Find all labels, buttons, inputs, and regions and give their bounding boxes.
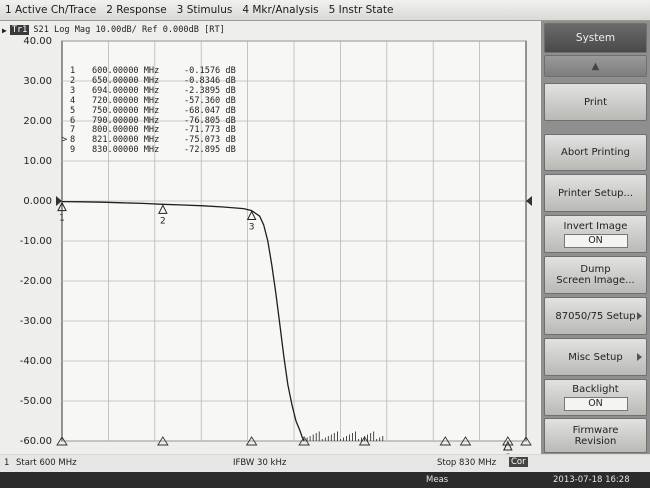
softkey-abort-printing[interactable]: Abort Printing — [544, 134, 647, 171]
menu-bar: 1 Active Ch/Trace 2 Response 3 Stimulus … — [0, 0, 650, 21]
marker-value: -0.1576 dB — [184, 66, 236, 76]
y-tick-label: -20.00 — [20, 276, 52, 287]
softkey-state: ON — [563, 397, 628, 411]
scroll-up-button[interactable]: ▲ — [544, 55, 647, 77]
softkey-label: Misc Setup — [568, 351, 623, 363]
y-tick-label: -50.00 — [20, 396, 52, 407]
marker-label: 1 — [59, 214, 65, 224]
ifbw-value[interactable]: IFBW 30 kHz — [233, 458, 286, 468]
y-tick-label: 40.00 — [23, 36, 52, 47]
channel-number: 1 — [4, 458, 10, 468]
instrument-status-bar: Meas 2013-07-18 16:28 — [0, 472, 650, 488]
marker-value: -0.8346 dB — [184, 75, 236, 86]
softkey-printer-setup[interactable]: Printer Setup... — [544, 174, 647, 212]
scroll-up-icon: ▲ — [591, 60, 600, 72]
menu-response[interactable]: 2 Response — [101, 4, 171, 16]
menu-stimulus[interactable]: 3 Stimulus — [172, 4, 238, 16]
softkey-label: 87050/75 Setup — [555, 310, 636, 322]
softkey-label: Revision — [574, 435, 617, 447]
y-tick-label: 0.000 — [23, 196, 52, 207]
start-frequency[interactable]: Start 600 MHz — [16, 458, 77, 468]
y-tick-label: 20.00 — [23, 116, 52, 127]
marker-row[interactable]: 9 830.00000 MHz -72.895 dB — [62, 145, 236, 156]
softkey-87050-75-setup[interactable]: 87050/75 Setup — [544, 297, 647, 335]
softkey-label: Firmware — [572, 424, 619, 436]
marker-label: 8 — [505, 453, 511, 454]
softkey-label: Printer Setup... — [557, 187, 634, 199]
marker-table: 1 600.00000 MHz -0.1576 dB 2 650.00000 MHz -0… — [62, 66, 236, 156]
marker-value: -72.895 dB — [184, 145, 236, 156]
measurement-screen: ▶ Tr1 S21 Log Mag 10.00dB/ Ref 0.000dB [… — [0, 21, 541, 454]
marker-value: -71.773 dB — [184, 125, 236, 136]
date-time: 2013-07-18 16:28 — [553, 475, 630, 485]
marker-value: -2.3895 dB — [184, 85, 236, 96]
softkey-invert-image[interactable]: Invert Image ON — [544, 215, 647, 253]
softkey-label: Screen Image... — [556, 275, 635, 286]
y-tick-label: -60.00 — [20, 436, 52, 447]
menu-instr-state[interactable]: 5 Instr State — [324, 4, 399, 16]
meas-status: Meas — [426, 475, 449, 485]
marker-value: -75.073 dB — [184, 135, 236, 146]
marker-value: -57.360 dB — [184, 95, 236, 106]
softkey-header: System — [544, 23, 647, 53]
reference-right-icon — [526, 196, 532, 206]
marker-value: -76.805 dB — [184, 115, 236, 126]
softkey-label: Abort Printing — [561, 147, 630, 158]
softkey-dump-screen-image[interactable]: Dump Screen Image... — [544, 256, 647, 294]
softkey-misc-setup[interactable]: Misc Setup — [544, 338, 647, 376]
menu-mkr-analysis[interactable]: 4 Mkr/Analysis — [237, 4, 323, 16]
softkey-label: Print — [583, 96, 607, 108]
marker-label: 3 — [249, 223, 255, 233]
softkey-label: Invert Image — [563, 220, 628, 232]
y-tick-label: -10.00 — [20, 236, 52, 247]
marker-value: -68.047 dB — [184, 105, 236, 116]
y-tick-label: -30.00 — [20, 316, 52, 327]
softkey-firmware-revision[interactable]: Firmware Revision — [544, 418, 647, 453]
softkey-label: Backlight — [572, 384, 619, 395]
active-marker-indicator: > — [62, 135, 68, 146]
menu-active-ch-trace[interactable]: 1 Active Ch/Trace — [0, 4, 101, 16]
softkey-label: Dump — [580, 264, 611, 275]
softkey-print[interactable]: Print — [544, 83, 647, 121]
softkey-backlight[interactable]: Backlight ON — [544, 379, 647, 416]
marker-icon — [503, 440, 513, 451]
y-tick-label: -40.00 — [20, 356, 52, 367]
marker-number: 9 — [70, 145, 76, 156]
softkey-state: ON — [563, 233, 628, 248]
y-tick-label: 10.00 — [23, 156, 52, 167]
correction-badge: Cor — [509, 457, 528, 467]
stop-frequency[interactable]: Stop 830 MHz — [437, 458, 496, 468]
marker-frequency: 830.00000 MHz — [92, 145, 160, 156]
marker-label: 2 — [160, 216, 166, 226]
softkey-panel: System ▲ ▼ PrintAbort PrintingPrinter Se… — [541, 21, 650, 454]
y-tick-label: 30.00 — [23, 76, 52, 87]
